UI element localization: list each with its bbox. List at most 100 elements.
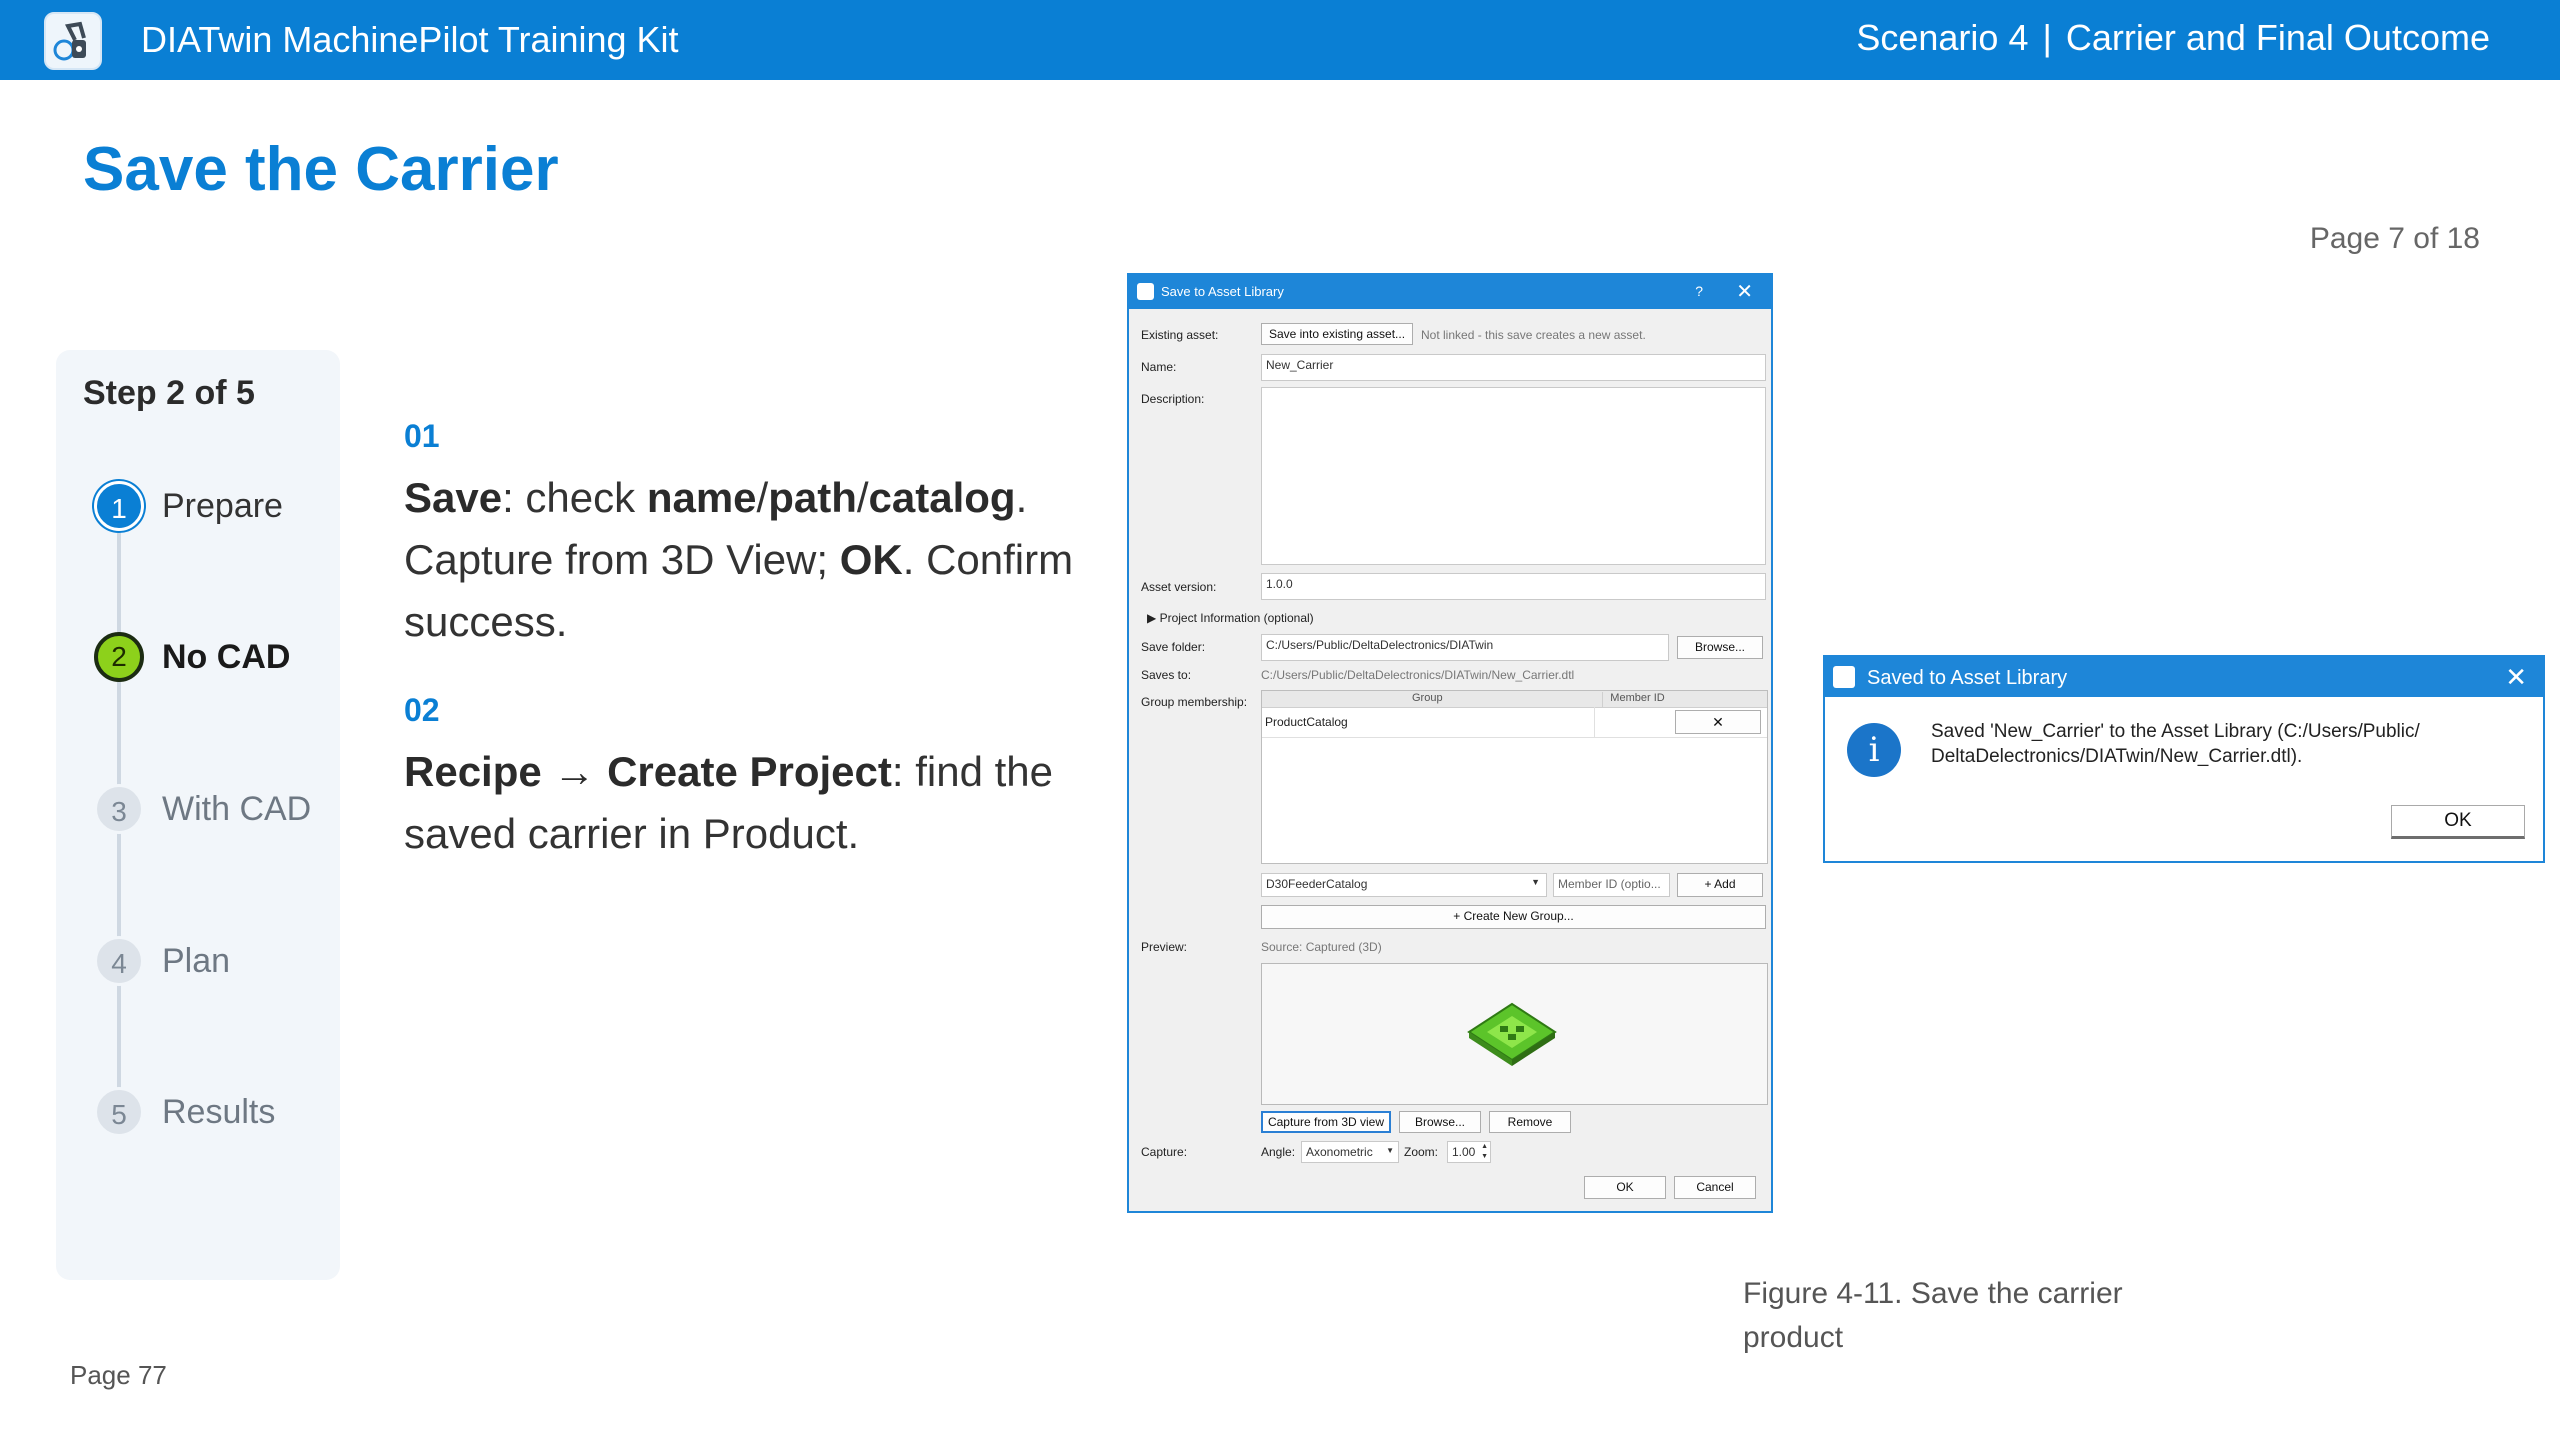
step-number-badge: 4: [94, 936, 144, 986]
step-with-cad[interactable]: 3 With CAD: [94, 784, 334, 840]
project-info-label: Project Information (optional): [1159, 611, 1314, 625]
capture-label: Capture:: [1141, 1145, 1188, 1159]
member-id-input[interactable]: Member ID (optio...: [1553, 873, 1670, 897]
add-group-button[interactable]: + Add: [1677, 873, 1763, 897]
app-icon: [1833, 666, 1855, 688]
zoom-label: Zoom:: [1404, 1145, 1439, 1159]
scenario-number: Scenario 4: [1856, 17, 2029, 58]
bold-text-run: path: [768, 474, 857, 521]
remove-group-icon[interactable]: ✕: [1675, 710, 1761, 734]
step-number-badge: 2: [94, 632, 144, 682]
bold-text-run: Recipe → Create Project: [404, 748, 892, 795]
instruction-text: Save: check name/path/catalog. Capture f…: [404, 467, 1094, 653]
app-title: DIATwin MachinePilot Training Kit: [141, 19, 679, 60]
info-icon: i: [1847, 723, 1901, 777]
capture-from-3d-view-button[interactable]: Capture from 3D view: [1261, 1111, 1391, 1133]
preview-label: Preview:: [1141, 940, 1188, 954]
close-icon[interactable]: ✕: [1736, 279, 1753, 304]
ok-button[interactable]: OK: [1584, 1176, 1666, 1199]
page-number: Page 77: [70, 1360, 167, 1390]
name-field[interactable]: New_Carrier: [1261, 354, 1766, 381]
top-bar: DIATwin MachinePilot Training Kit Scenar…: [0, 0, 2560, 80]
page-counter: Page 7 of 18: [2309, 222, 2480, 255]
figure-caption: Figure 4-11. Save the carrier product: [1743, 1277, 2123, 1354]
member-id-column-header: Member ID: [1610, 692, 1665, 704]
save-folder-field[interactable]: C:/Users/Public/DeltaDelectronics/DIATwi…: [1261, 634, 1669, 661]
step-progress-panel: Step 2 of 5 1 Prepare 2 No CAD 3 With CA…: [56, 350, 340, 1280]
bold-text-run: catalog: [868, 474, 1016, 521]
save-folder-label: Save folder:: [1141, 640, 1206, 654]
spinner-arrows-icon[interactable]: ▲ ▼: [1481, 1142, 1488, 1162]
chevron-down-icon: ▼: [1531, 877, 1540, 887]
bold-text-run: Save: [404, 474, 503, 521]
instruction-text: Recipe → Create Project: find the saved …: [404, 741, 1094, 865]
angle-select[interactable]: Axonometric ▼: [1301, 1141, 1399, 1163]
chevron-down-icon: ▼: [1386, 1146, 1394, 1155]
saved-confirmation-dialog: Saved to Asset Library ✕ i Saved 'New_Ca…: [1823, 655, 2545, 863]
asset-version-label: Asset version:: [1141, 580, 1217, 594]
page-title: Save the Carrier: [83, 135, 559, 204]
browse-folder-button[interactable]: Browse...: [1677, 636, 1763, 659]
remove-preview-button[interactable]: Remove: [1489, 1111, 1571, 1133]
table-row[interactable]: ProductCatalog ✕: [1262, 707, 1767, 738]
step-label: Results: [162, 1093, 276, 1131]
save-to-asset-library-dialog: Save to Asset Library ? ✕ Existing asset…: [1127, 273, 1773, 1213]
zoom-value: 1.00: [1452, 1145, 1476, 1159]
message-title: Saved to Asset Library: [1867, 667, 2068, 689]
step-plan[interactable]: 4 Plan: [94, 936, 334, 992]
carrier-preview-image: [1467, 1002, 1557, 1066]
group-column-header: Group: [1412, 692, 1443, 704]
scenario-section: Carrier and Final Outcome: [2065, 17, 2490, 58]
ok-button[interactable]: OK: [2391, 805, 2525, 839]
group-cell: ProductCatalog: [1265, 715, 1348, 729]
message-text: Saved 'New_Carrier' to the Asset Library…: [1931, 721, 2420, 767]
angle-label: Angle:: [1261, 1145, 1296, 1159]
help-icon[interactable]: ?: [1695, 283, 1703, 299]
browse-preview-button[interactable]: Browse...: [1399, 1111, 1481, 1133]
dialog-title: Save to Asset Library: [1161, 284, 1284, 299]
step-no-cad[interactable]: 2 No CAD: [94, 632, 334, 688]
step-results[interactable]: 5 Results: [94, 1087, 334, 1143]
app-icon: [1137, 283, 1154, 300]
text-run: /: [856, 474, 869, 521]
preview-source: Source: Captured (3D): [1261, 940, 1382, 954]
step-prepare[interactable]: 1 Prepare: [94, 481, 334, 537]
existing-asset-note: Not linked - this save creates a new ass…: [1421, 328, 1646, 342]
text-run: /: [756, 474, 769, 521]
step-label: Prepare: [162, 487, 283, 525]
close-icon[interactable]: ✕: [2505, 662, 2527, 693]
scenario-label: Scenario 4 | Carrier and Final Outcome: [1856, 17, 2490, 59]
preview-image-area: [1261, 963, 1768, 1105]
project-info-expander[interactable]: ▶ Project Information (optional): [1147, 611, 1314, 625]
scenario-separator: |: [2042, 17, 2052, 58]
saves-to-label: Saves to:: [1141, 668, 1192, 682]
catalog-select-value: D30FeederCatalog: [1266, 877, 1368, 891]
cancel-button[interactable]: Cancel: [1674, 1176, 1756, 1199]
column-divider: [1594, 707, 1595, 737]
create-new-group-button[interactable]: + Create New Group...: [1261, 905, 1766, 929]
bold-text-run: name: [646, 474, 757, 521]
step-label: Plan: [162, 942, 231, 980]
existing-asset-label: Existing asset:: [1141, 328, 1219, 342]
step-label: With CAD: [162, 790, 312, 828]
instruction-number: 01: [404, 418, 440, 454]
instruction-number: 02: [404, 692, 440, 728]
instruction-01: 01 Save: check name/path/catalog. Captur…: [404, 418, 1094, 653]
instruction-02: 02 Recipe → Create Project: find the sav…: [404, 692, 1094, 865]
zoom-stepper[interactable]: 1.00 ▲ ▼: [1447, 1141, 1491, 1163]
description-label: Description:: [1141, 392, 1205, 406]
step-number-badge: 3: [94, 784, 144, 834]
group-membership-table: Group Member ID ProductCatalog ✕: [1261, 690, 1768, 864]
catalog-select[interactable]: D30FeederCatalog ▼: [1261, 873, 1547, 897]
robot-arm-icon: [53, 21, 86, 61]
step-label: No CAD: [162, 638, 291, 676]
dialog-title-bar: Save to Asset Library ? ✕: [1129, 275, 1771, 309]
saves-to-path: C:/Users/Public/DeltaDelectronics/DIATwi…: [1261, 668, 1575, 682]
asset-version-field[interactable]: 1.0.0: [1261, 573, 1766, 600]
message-title-bar: Saved to Asset Library ✕: [1825, 657, 2543, 697]
text-run: : check: [502, 474, 647, 521]
name-label: Name:: [1141, 360, 1177, 374]
description-field[interactable]: [1261, 387, 1766, 565]
step-number-badge: 1: [94, 481, 144, 531]
save-into-existing-button[interactable]: Save into existing asset...: [1261, 323, 1413, 345]
